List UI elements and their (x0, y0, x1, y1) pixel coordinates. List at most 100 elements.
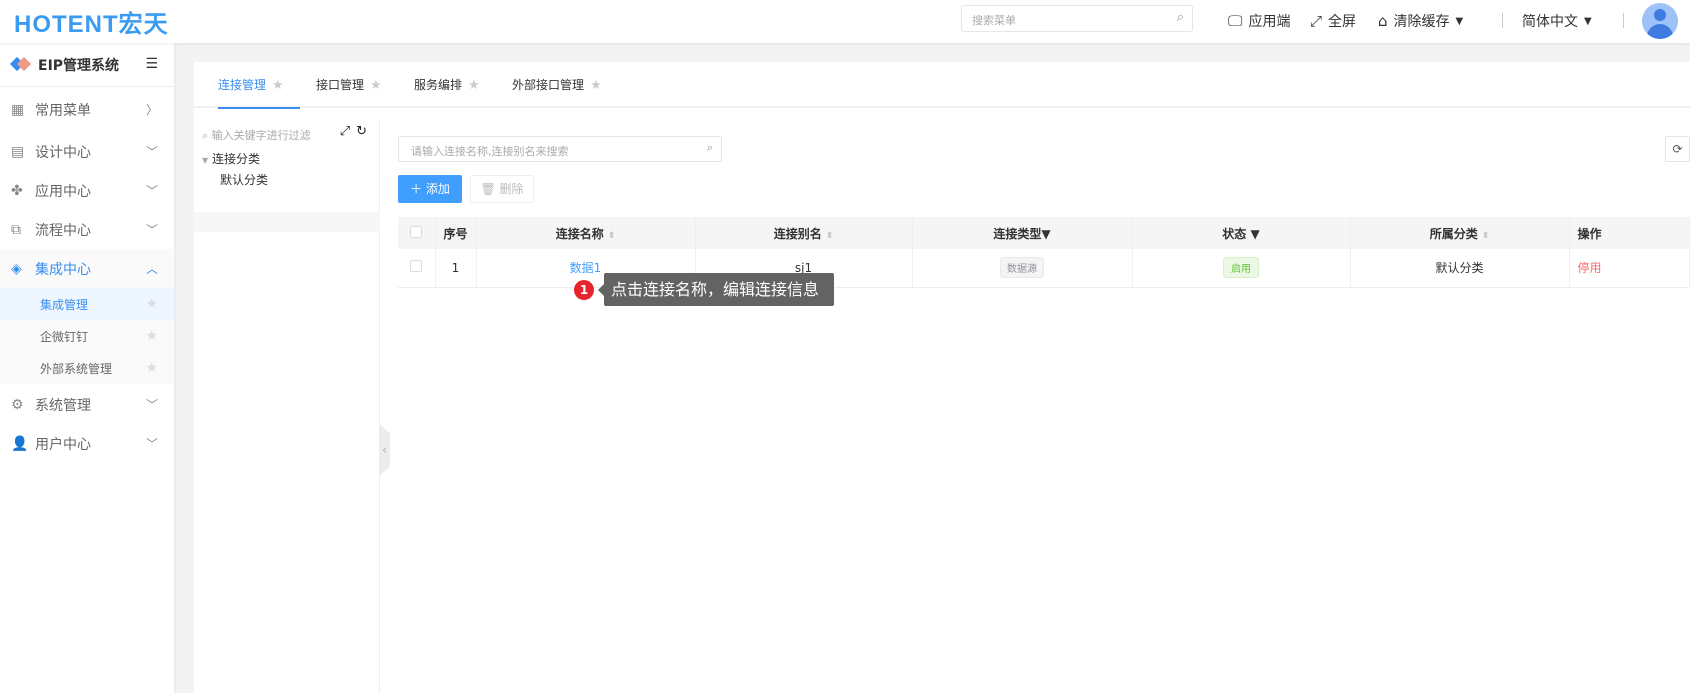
star-icon[interactable]: ★ (145, 328, 158, 344)
sidebar-sub-wechat-dingtalk[interactable]: 企微钉钉 ★ (0, 320, 174, 352)
col-name[interactable]: 连接名称 ⬍ (476, 217, 696, 249)
sidebar-item-integration[interactable]: ◈ 集成中心 ︿ (0, 249, 174, 288)
sort-icon[interactable]: ⬍ (608, 231, 616, 241)
col-category[interactable]: 所属分类 ⬍ (1350, 217, 1570, 249)
sidebar-item-user[interactable]: 👤 用户中心 ﹀ (0, 424, 174, 463)
sidebar-item-label: 系统管理 (35, 397, 91, 414)
design-icon: ▤ (11, 143, 25, 160)
col-label: 状态 (1222, 226, 1247, 241)
delete-label: 删除 (499, 182, 524, 196)
sidebar-item-flow[interactable]: ⧉ 流程中心 ﹀ (0, 210, 174, 249)
expand-icon: ⤢ (1310, 12, 1323, 30)
category-tree: ⌕ 输入关键字进行过滤 ⤢↻ ▼ 连接分类 默认分类 (194, 119, 380, 693)
star-icon[interactable]: ★ (145, 360, 158, 376)
sidebar-item-design[interactable]: ▤ 设计中心 ﹀ (0, 132, 174, 171)
collapse-handle[interactable]: ‹ (379, 424, 390, 476)
sub-item-label: 企微钉钉 (40, 329, 89, 344)
filter-icon[interactable]: ▼ (1250, 227, 1259, 241)
refresh-icon[interactable]: ↻ (356, 124, 373, 139)
col-label: 所属分类 (1429, 226, 1478, 241)
tab-interface[interactable]: 接口管理 ★ (316, 76, 382, 93)
col-status[interactable]: 状态 ▼ (1132, 217, 1351, 249)
star-icon[interactable]: ★ (370, 78, 382, 93)
tab-label: 外部接口管理 (512, 78, 585, 92)
sub-item-label: 外部系统管理 (40, 361, 113, 376)
add-button[interactable]: ＋ 添加 (398, 175, 462, 203)
search-icon: ⌕ (706, 141, 713, 154)
guide-tooltip: 点击连接名称，编辑连接信息 (598, 273, 834, 306)
layers-icon: ◈ (11, 260, 22, 277)
filter-placeholder: 输入关键字进行过滤 (211, 129, 311, 142)
star-icon[interactable]: ★ (272, 78, 284, 93)
star-icon[interactable]: ★ (145, 296, 158, 312)
connection-search-input[interactable]: 请输入连接名称,连接别名来搜索 ⌕ (398, 136, 722, 162)
tab-orchestration[interactable]: 服务编排 ★ (414, 76, 480, 93)
sidebar-sub-integration-manage[interactable]: 集成管理 ★ (0, 288, 174, 320)
flow-icon: ⧉ (11, 221, 21, 238)
sidebar-item-label: 集成中心 (35, 261, 91, 278)
user-icon: 👤 (11, 435, 29, 452)
sidebar-item-label: 设计中心 (35, 144, 91, 161)
sidebar-item-label: 应用中心 (35, 183, 91, 200)
name-link[interactable]: 数据1 (570, 261, 602, 275)
grid-icon: ▦ (11, 101, 25, 118)
monitor-icon: 🖵 (1228, 12, 1243, 30)
sidebar-item-apps[interactable]: ✤ 应用中心 ﹀ (0, 171, 174, 210)
col-action: 操作 (1569, 217, 1690, 249)
tree-node-root[interactable]: ▼ 连接分类 (202, 150, 260, 167)
main-card: 连接管理 ★ 接口管理 ★ 服务编排 ★ 外部接口管理 ★ ⌕ 输入关键字进行过滤 ⤢↻… (194, 62, 1690, 693)
search-icon: ⌕ (1176, 10, 1184, 25)
app-client-label: 应用端 (1248, 14, 1291, 30)
tab-connection[interactable]: 连接管理 ★ (218, 76, 300, 109)
avatar[interactable] (1642, 3, 1678, 39)
chevron-up-icon: ︿ (145, 262, 158, 276)
row-checkbox[interactable] (398, 249, 436, 288)
col-alias[interactable]: 连接别名 ⬍ (695, 217, 913, 249)
caret-down-icon: ▼ (1455, 15, 1464, 27)
sidebar-item-common[interactable]: ▦ 常用菜单 〉 (0, 90, 174, 129)
sidebar-sub-external-system[interactable]: 外部系统管理 ★ (0, 352, 174, 384)
add-label: 添加 (425, 182, 450, 196)
app-client-button[interactable]: 🖵 应用端 (1228, 11, 1290, 31)
star-icon[interactable]: ★ (468, 78, 480, 93)
refresh-icon: ⟳ (1672, 142, 1683, 156)
sidebar-item-label: 流程中心 (35, 222, 91, 239)
sort-icon[interactable]: ⬍ (1482, 231, 1490, 241)
col-index: 序号 (435, 217, 477, 249)
chevron-down-icon: ﹀ (145, 223, 158, 237)
expand-icon[interactable]: ⤢ (340, 124, 356, 139)
clear-cache-label: 清除缓存 (1393, 14, 1450, 30)
tree-filter-input[interactable]: ⌕ 输入关键字进行过滤 (202, 127, 311, 143)
type-tag: 数据源 (1000, 257, 1044, 279)
connection-type: 数据源 (912, 249, 1133, 288)
fullscreen-button[interactable]: ⤢ 全屏 (1310, 11, 1356, 31)
disable-link[interactable]: 停用 (1569, 249, 1690, 288)
chevron-down-icon: ﹀ (145, 184, 158, 198)
gear-icon: ⚙ (11, 396, 24, 413)
tree-node-default[interactable]: 默认分类 (220, 171, 268, 188)
select-all-checkbox[interactable] (398, 217, 436, 249)
refresh-button[interactable]: ⟳ (1665, 136, 1690, 162)
sub-item-label: 集成管理 (40, 297, 89, 312)
table-header: 序号 连接名称 ⬍ 连接别名 ⬍ 连接类型▼ 状态 ▼ 所属分类 ⬍ 操作 (398, 217, 1690, 249)
row-index: 1 (435, 249, 477, 288)
delete-button[interactable]: 🗑 删除 (470, 175, 534, 203)
filter-icon[interactable]: ▼ (1041, 227, 1050, 241)
col-type[interactable]: 连接类型▼ (912, 217, 1133, 249)
chevron-right-icon: 〉 (145, 103, 158, 117)
clear-cache-button[interactable]: ⌂ 清除缓存 ▼ (1378, 11, 1463, 31)
star-icon[interactable]: ★ (590, 78, 602, 93)
tab-external-interface[interactable]: 外部接口管理 ★ (512, 76, 602, 93)
menu-fold-icon[interactable]: ☰ (145, 56, 158, 72)
plus-icon: ＋ (410, 182, 423, 196)
system-title-text: EIP管理系统 (38, 57, 120, 74)
fullscreen-label: 全屏 (1328, 14, 1357, 30)
sidebar-item-system[interactable]: ⚙ 系统管理 ﹀ (0, 385, 174, 424)
tab-label: 服务编排 (414, 78, 463, 92)
top-header: HOTENT宏天 搜索菜单 ⌕ 🖵 应用端 ⤢ 全屏 ⌂ 清除缓存 ▼ 简体中文 ▼ (0, 0, 1690, 43)
system-title: EIP管理系统 ☰ (0, 43, 174, 87)
status-badge: 启用 (1223, 257, 1259, 279)
language-select[interactable]: 简体中文 ▼ (1522, 11, 1592, 31)
sort-icon[interactable]: ⬍ (826, 231, 834, 241)
menu-search-input[interactable]: 搜索菜单 ⌕ (961, 5, 1193, 32)
